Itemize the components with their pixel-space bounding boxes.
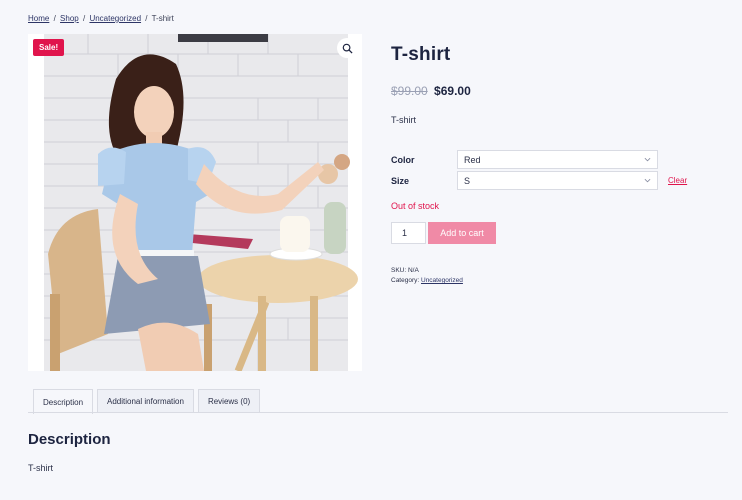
stock-status: Out of stock xyxy=(391,201,440,211)
description-heading: Description xyxy=(28,431,111,448)
size-label: Size xyxy=(391,175,410,186)
sku-label: SKU: xyxy=(391,267,407,274)
product-image xyxy=(28,34,362,371)
breadcrumb-separator: / xyxy=(53,14,56,23)
tab-additional-information[interactable]: Additional information xyxy=(97,389,194,413)
product-tabs: Description Additional information Revie… xyxy=(33,389,264,414)
category-label: Category: xyxy=(391,277,420,284)
category-line: Category: Uncategorized xyxy=(391,276,711,286)
category-link[interactable]: Uncategorized xyxy=(421,277,463,284)
product-title: T-shirt xyxy=(391,44,451,65)
breadcrumb-home-link[interactable]: Home xyxy=(28,14,49,23)
breadcrumb-current: T-shirt xyxy=(151,14,174,23)
sale-badge: Sale! xyxy=(33,39,65,56)
tab-description[interactable]: Description xyxy=(33,389,94,414)
size-select-value: S xyxy=(464,175,471,186)
tabs-divider xyxy=(28,412,728,413)
add-to-cart-button[interactable]: Add to cart xyxy=(428,222,496,244)
breadcrumb: Home / Shop / Uncategorized / T-shirt xyxy=(28,14,174,23)
chevron-down-icon xyxy=(644,178,651,183)
variation-row-size: Size S Clear xyxy=(391,170,711,191)
color-select-value: Red xyxy=(464,154,481,165)
price-old: $99.00 xyxy=(391,84,428,98)
price-new: $69.00 xyxy=(434,84,471,98)
variations-form: Color Red Size S Clear xyxy=(391,149,711,191)
breadcrumb-shop-link[interactable]: Shop xyxy=(60,14,79,23)
chevron-down-icon xyxy=(644,157,651,162)
quantity-input[interactable]: 1 xyxy=(391,222,426,244)
description-text: T-shirt xyxy=(28,463,54,473)
short-description: T-shirt xyxy=(391,115,417,125)
sku-line: SKU: N/A xyxy=(391,266,711,276)
zoom-button[interactable] xyxy=(337,38,357,58)
breadcrumb-category-link[interactable]: Uncategorized xyxy=(89,14,141,23)
breadcrumb-separator: / xyxy=(145,14,148,23)
product-summary: T-shirt $99.00 $69.00 T-shirt Color Red … xyxy=(391,44,711,286)
tab-reviews[interactable]: Reviews (0) xyxy=(197,389,261,413)
clear-variations-link[interactable]: Clear xyxy=(668,176,687,185)
color-label: Color xyxy=(391,154,415,165)
product-price: $99.00 $69.00 xyxy=(391,84,711,98)
breadcrumb-separator: / xyxy=(82,14,86,23)
add-to-cart-form: 1 Add to cart xyxy=(391,222,711,244)
size-select[interactable]: S xyxy=(457,171,658,190)
sku-value: N/A xyxy=(407,267,419,274)
variation-row-color: Color Red xyxy=(391,149,711,170)
color-select[interactable]: Red xyxy=(457,150,658,169)
product-meta: SKU: N/A Category: Uncategorized xyxy=(391,266,711,286)
search-icon xyxy=(342,43,353,54)
product-gallery[interactable]: Sale! xyxy=(28,34,362,371)
